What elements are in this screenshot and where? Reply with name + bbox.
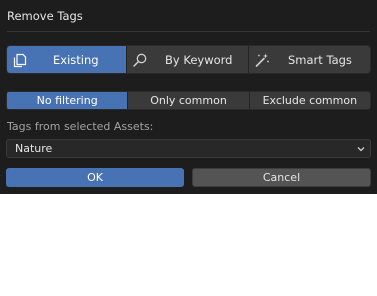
filter-exclude-common-button[interactable]: Exclude common [249,92,370,109]
title-divider [7,31,370,32]
duplicate-icon [13,53,27,68]
mode-smart-tags-label: Smart Tags [288,53,352,67]
filter-only-common-button[interactable]: Only common [128,92,250,109]
ok-button[interactable]: OK [6,168,184,187]
mode-smart-tags-button[interactable]: Smart Tags [249,46,370,73]
dialog-title: Remove Tags [7,9,83,23]
filter-selector: No filtering Only common Exclude common [6,91,371,110]
search-icon [133,53,147,67]
mode-existing-button[interactable]: Existing [7,46,127,73]
mode-selector: Existing By Keyword Smart Tags [6,45,371,74]
mode-by-keyword-label: By Keyword [165,53,233,67]
chevron-down-icon [357,147,365,152]
tags-field-label: Tags from selected Assets: [7,120,154,133]
mode-by-keyword-button[interactable]: By Keyword [127,46,249,73]
filter-no-filtering-button[interactable]: No filtering [7,92,129,109]
mode-existing-label: Existing [53,53,99,67]
cancel-button[interactable]: Cancel [192,168,371,187]
magic-wand-icon [255,53,269,67]
tags-dropdown[interactable]: Nature [6,139,371,158]
remove-tags-dialog: Remove Tags Existing By Keyword Smart Ta… [0,0,377,194]
tags-dropdown-value: Nature [15,142,53,155]
